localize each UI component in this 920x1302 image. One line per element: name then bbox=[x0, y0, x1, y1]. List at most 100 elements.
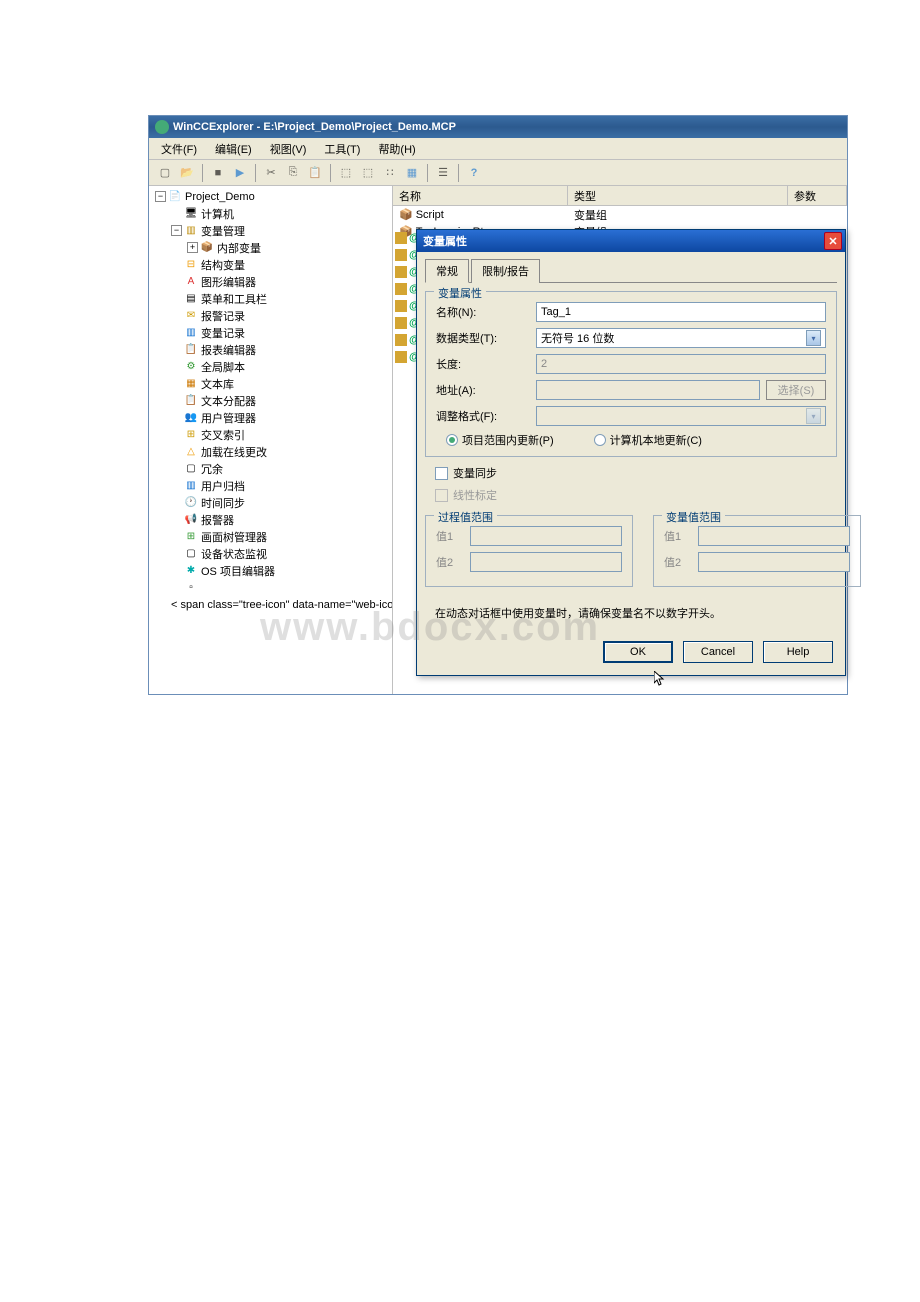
internal-tag-icon: 📦 bbox=[200, 241, 214, 255]
tree-item[interactable]: < span class="tree-icon" data-name="web-… bbox=[151, 596, 390, 613]
address-field bbox=[536, 380, 760, 400]
blank-icon: ▫ bbox=[184, 581, 198, 595]
fieldset-tag-range: 变量值范围 值1 值2 bbox=[653, 515, 861, 587]
legend-props: 变量属性 bbox=[434, 285, 486, 301]
tag-icon bbox=[395, 232, 407, 244]
paste-icon[interactable]: 📋 bbox=[305, 163, 325, 183]
tree-item[interactable]: 📢报警器 bbox=[151, 511, 390, 528]
load-icon: △ bbox=[184, 445, 198, 459]
tree-item[interactable]: ⚙全局脚本 bbox=[151, 358, 390, 375]
tree-item[interactable]: 👥用户管理器 bbox=[151, 409, 390, 426]
cut-icon[interactable]: ✂ bbox=[261, 163, 281, 183]
collapse-icon[interactable]: − bbox=[171, 225, 182, 236]
tab-limit[interactable]: 限制/报告 bbox=[471, 259, 540, 283]
copy-icon[interactable]: ⎘ bbox=[283, 163, 303, 183]
tree-item[interactable]: ▤菜单和工具栏 bbox=[151, 290, 390, 307]
list-row[interactable]: 📦Script 变量组 bbox=[393, 206, 847, 223]
tree-item[interactable]: ✱OS 项目编辑器 bbox=[151, 562, 390, 579]
col-type[interactable]: 类型 bbox=[568, 186, 788, 205]
cancel-button[interactable]: Cancel bbox=[683, 641, 753, 663]
tree-item[interactable]: +📦内部变量 bbox=[151, 239, 390, 256]
menu-edit[interactable]: 编辑(E) bbox=[207, 139, 260, 159]
checkbox-sync[interactable]: 变量同步 bbox=[435, 465, 837, 481]
tree-panel[interactable]: − 📄 Project_Demo 🖥计算机 −▥变量管理 +📦内部变量 ⊟结构变… bbox=[149, 186, 393, 694]
menu-view[interactable]: 视图(V) bbox=[262, 139, 315, 159]
tree-item[interactable]: −▥变量管理 bbox=[151, 222, 390, 239]
menu-tools[interactable]: 工具(T) bbox=[316, 139, 368, 159]
tree-root[interactable]: − 📄 Project_Demo bbox=[151, 188, 390, 205]
tree-item[interactable]: 📋文本分配器 bbox=[151, 392, 390, 409]
select-button: 选择(S) bbox=[766, 380, 826, 400]
tree-item[interactable]: ▫ bbox=[151, 579, 390, 596]
tag-icon bbox=[395, 300, 407, 312]
collapse-icon[interactable]: − bbox=[155, 191, 166, 202]
radio-project-update[interactable]: 项目范围内更新(P) bbox=[446, 432, 554, 448]
device-icon: ▢ bbox=[184, 547, 198, 561]
menu-file[interactable]: 文件(F) bbox=[153, 139, 205, 159]
textlib-icon: ▦ bbox=[184, 377, 198, 391]
process-v1 bbox=[470, 526, 622, 546]
col-param[interactable]: 参数 bbox=[788, 186, 847, 205]
lbl-format: 调整格式(F): bbox=[436, 408, 536, 424]
clock-icon: 🕐 bbox=[184, 496, 198, 510]
tree-item[interactable]: ⊞交叉索引 bbox=[151, 426, 390, 443]
group-icon: 📦 bbox=[399, 208, 413, 221]
tree-item[interactable]: ▢冗余 bbox=[151, 460, 390, 477]
radio-computer-update[interactable]: 计算机本地更新(C) bbox=[594, 432, 702, 448]
stop-icon[interactable]: ■ bbox=[208, 163, 228, 183]
tree-item[interactable]: ▥变量记录 bbox=[151, 324, 390, 341]
list-header: 名称 类型 参数 bbox=[393, 186, 847, 206]
tree-item[interactable]: ⊟结构变量 bbox=[151, 256, 390, 273]
tree-item[interactable]: △加载在线更改 bbox=[151, 443, 390, 460]
tree-item[interactable]: ▢设备状态监视 bbox=[151, 545, 390, 562]
col-name[interactable]: 名称 bbox=[393, 186, 568, 205]
archive-icon: ▥ bbox=[184, 479, 198, 493]
tool3-icon[interactable]: ∷ bbox=[380, 163, 400, 183]
window-title: WinCCExplorer - E:\Project_Demo\Project_… bbox=[173, 121, 456, 133]
toolbar: ▢ 📂 ■ ▶ ✂ ⎘ 📋 ⬚ ⬚ ∷ ▦ ☰ ? bbox=[149, 160, 847, 186]
dialog-titlebar[interactable]: 变量属性 ✕ bbox=[417, 230, 845, 252]
menu-help[interactable]: 帮助(H) bbox=[370, 139, 423, 159]
xref-icon: ⊞ bbox=[184, 428, 198, 442]
report-icon: 📋 bbox=[184, 343, 198, 357]
open-icon[interactable]: 📂 bbox=[177, 163, 197, 183]
tab-general[interactable]: 常规 bbox=[425, 259, 469, 283]
tree-label: Project_Demo bbox=[185, 191, 255, 203]
name-field[interactable] bbox=[536, 302, 826, 322]
datatype-select[interactable]: 无符号 16 位数 ▾ bbox=[536, 328, 826, 348]
play-icon[interactable]: ▶ bbox=[230, 163, 250, 183]
new-icon[interactable]: ▢ bbox=[155, 163, 175, 183]
fieldset-process-range: 过程值范围 值1 值2 bbox=[425, 515, 633, 587]
lbl-length: 长度: bbox=[436, 356, 536, 372]
tree-item[interactable]: ▦文本库 bbox=[151, 375, 390, 392]
app-icon bbox=[155, 120, 169, 134]
tag-mgmt-icon: ▥ bbox=[184, 224, 198, 238]
expand-icon[interactable]: + bbox=[187, 242, 198, 253]
tag-icon bbox=[395, 266, 407, 278]
graphics-icon: A bbox=[184, 275, 198, 289]
horn-icon: 📢 bbox=[184, 513, 198, 527]
tree-item[interactable]: 📋报表编辑器 bbox=[151, 341, 390, 358]
tree-item[interactable]: ⊞画面树管理器 bbox=[151, 528, 390, 545]
tree-item[interactable]: 🖥计算机 bbox=[151, 205, 390, 222]
tool2-icon[interactable]: ⬚ bbox=[358, 163, 378, 183]
grid-icon[interactable]: ▦ bbox=[402, 163, 422, 183]
help-icon[interactable]: ? bbox=[464, 163, 484, 183]
ok-button[interactable]: OK bbox=[603, 641, 673, 663]
taglog-icon: ▥ bbox=[184, 326, 198, 340]
chevron-down-icon: ▾ bbox=[806, 408, 821, 424]
tag-v2 bbox=[698, 552, 850, 572]
checkbox-linear: 线性标定 bbox=[435, 487, 837, 503]
tree-item[interactable]: A图形编辑器 bbox=[151, 273, 390, 290]
tree-item[interactable]: ✉报警记录 bbox=[151, 307, 390, 324]
chevron-down-icon[interactable]: ▾ bbox=[806, 330, 821, 346]
help-button[interactable]: Help bbox=[763, 641, 833, 663]
process-v2 bbox=[470, 552, 622, 572]
fieldset-props: 变量属性 名称(N): 数据类型(T): 无符号 16 位数 ▾ 长度: bbox=[425, 291, 837, 457]
props-icon[interactable]: ☰ bbox=[433, 163, 453, 183]
tool1-icon[interactable]: ⬚ bbox=[336, 163, 356, 183]
tree-item[interactable]: 🕐时间同步 bbox=[151, 494, 390, 511]
close-icon[interactable]: ✕ bbox=[824, 232, 842, 250]
tree-item[interactable]: ▥用户归档 bbox=[151, 477, 390, 494]
menubar: 文件(F) 编辑(E) 视图(V) 工具(T) 帮助(H) bbox=[149, 138, 847, 160]
